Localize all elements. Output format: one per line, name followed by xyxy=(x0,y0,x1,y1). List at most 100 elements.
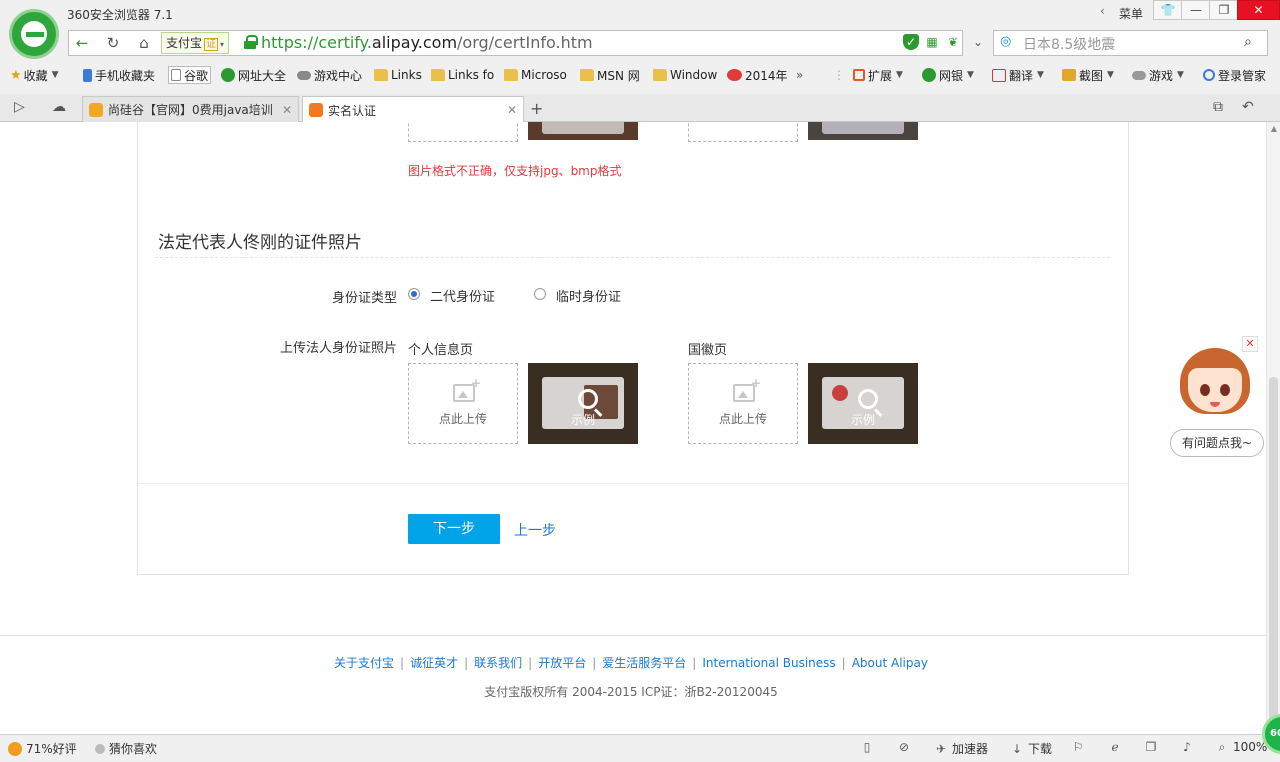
tab-shangguigu[interactable]: 尚硅谷【官网】0费用java培训 ✕ xyxy=(82,96,299,122)
chevron-down-icon: ▼ xyxy=(1177,70,1184,80)
section-divider xyxy=(155,257,1110,258)
magnifier-icon xyxy=(578,389,598,409)
new-tab-button[interactable]: + xyxy=(530,99,543,118)
minimize-button[interactable]: — xyxy=(1181,0,1211,20)
footer-link-jobs[interactable]: 诚征英才 xyxy=(410,656,458,670)
bookmark-mobile[interactable]: 手机收藏夹 xyxy=(83,66,155,84)
menu-button[interactable]: 菜单 xyxy=(1119,5,1143,22)
window-icon[interactable]: ❐ xyxy=(1144,740,1162,754)
qr-code-icon[interactable]: ▦ xyxy=(924,34,940,50)
folder-icon xyxy=(580,69,594,81)
radio-label-second-gen-id[interactable]: 二代身份证 xyxy=(430,286,495,305)
orange-icon xyxy=(8,741,22,756)
ie-mode-icon[interactable]: ℯ xyxy=(1108,740,1126,754)
sample-personal-page[interactable]: 示例 xyxy=(528,363,638,444)
upload-personal-page-box[interactable]: 点此上传 xyxy=(408,363,518,444)
flag-icon[interactable]: ⚐ xyxy=(1071,740,1089,754)
next-step-button[interactable]: 下一步 xyxy=(408,514,500,544)
copyright: 支付宝版权所有 2004-2015 ICP证：浙B2-20120045 xyxy=(484,685,778,699)
star-icon: ★ xyxy=(10,67,22,83)
sidebar-toggle-icon[interactable]: ▷ xyxy=(14,99,25,115)
skin-button[interactable]: 👕 xyxy=(1153,0,1183,20)
close-tab-icon[interactable]: ✕ xyxy=(274,103,292,117)
guess-you-like[interactable]: 猜你喜欢 xyxy=(95,740,157,757)
bookmark-folder-links[interactable]: Links xyxy=(374,66,422,84)
radio-temporary-id[interactable] xyxy=(534,288,546,300)
cloud-icon[interactable]: ☁ xyxy=(52,99,66,115)
footer-link-about[interactable]: 关于支付宝 xyxy=(334,656,394,670)
card-divider xyxy=(138,483,1128,484)
bookmark-favorites[interactable]: ★ 收藏 ▼ xyxy=(10,66,59,84)
close-window-button[interactable]: ✕ xyxy=(1237,0,1280,20)
search-engine-icon[interactable]: ◎ xyxy=(1000,34,1018,50)
footer-link-contact[interactable]: 联系我们 xyxy=(474,656,522,670)
bookmark-folder-microsoft[interactable]: Microso xyxy=(504,66,567,84)
radio-second-gen-id[interactable] xyxy=(408,288,420,300)
footer-divider xyxy=(0,635,1266,636)
download-button[interactable]: ↓ 下载 xyxy=(1010,740,1052,757)
tab-real-name-auth[interactable]: 实名认证 ✕ xyxy=(302,96,524,123)
tool-screenshot[interactable]: 截图 ▼ xyxy=(1062,66,1114,84)
zoom-control[interactable]: ⌕ 100% xyxy=(1215,740,1268,754)
sound-icon[interactable]: ♪ xyxy=(1180,740,1198,754)
upload-box-previous[interactable] xyxy=(408,122,518,142)
sample-image-previous[interactable] xyxy=(528,122,638,140)
chevron-down-icon[interactable]: ⌄ xyxy=(970,34,986,50)
bookmark-hao123[interactable]: 网址大全 xyxy=(221,66,286,84)
sample-image-previous[interactable] xyxy=(808,122,918,140)
scroll-up-icon[interactable]: ▲ xyxy=(1269,124,1279,133)
back-icon[interactable]: ← xyxy=(71,33,93,53)
browser-logo-icon[interactable] xyxy=(9,9,59,59)
tool-translate[interactable]: 翻译 ▼ xyxy=(992,66,1044,84)
bookmark-weibo[interactable]: 2014年 xyxy=(727,66,788,84)
shield-icon[interactable]: ✓ xyxy=(903,34,919,50)
gamepad-icon xyxy=(297,70,311,80)
reload-icon[interactable]: ↻ xyxy=(102,33,124,53)
url-text[interactable]: https://certify.alipay.com/org/certInfo.… xyxy=(261,33,593,52)
tool-login-manager[interactable]: 登录管家 xyxy=(1203,66,1266,84)
bookmark-folder-msn[interactable]: MSN 网 xyxy=(580,66,640,84)
tool-bank[interactable]: 网银 ▼ xyxy=(922,66,974,84)
mobile-icon[interactable]: ▯ xyxy=(860,740,878,754)
chat-avatar[interactable] xyxy=(1180,348,1250,420)
sample-emblem-page[interactable]: 示例 xyxy=(808,363,918,444)
rating-indicator[interactable]: 71%好评 xyxy=(8,740,77,757)
upload-emblem-page-box[interactable]: 点此上传 xyxy=(688,363,798,444)
bookmark-google[interactable]: 谷歌 xyxy=(168,66,212,84)
tab-list-icon[interactable]: ⧉ xyxy=(1213,99,1223,115)
web-page: 图片格式不正确，仅支持jpg、bmp格式 法定代表人佟刚的证件照片 身份证类型 … xyxy=(0,122,1266,734)
bookmark-game-center[interactable]: 游戏中心 xyxy=(297,66,362,84)
more-bookmarks-button[interactable]: » xyxy=(796,66,803,84)
upload-box-label: 点此上传 xyxy=(718,412,767,426)
chevron-left-icon[interactable]: ‹ xyxy=(1100,4,1105,18)
home-icon[interactable]: ⌂ xyxy=(133,33,155,53)
folder-icon xyxy=(504,69,518,81)
scroll-thumb[interactable] xyxy=(1269,377,1278,729)
undo-close-icon[interactable]: ↶ xyxy=(1242,99,1254,115)
footer-link-about-alipay[interactable]: About Alipay xyxy=(852,656,928,670)
footer-link-international[interactable]: International Business xyxy=(702,656,835,670)
tool-games[interactable]: 游戏 ▼ xyxy=(1132,66,1184,84)
footer-link-open-platform[interactable]: 开放平台 xyxy=(538,656,586,670)
extension-icon xyxy=(853,69,865,81)
tool-extensions[interactable]: 扩展 ▼ xyxy=(853,66,903,84)
search-input[interactable]: 日本8.5级地震 xyxy=(1023,34,1115,54)
close-tab-icon[interactable]: ✕ xyxy=(499,103,517,117)
accelerator-button[interactable]: ✈ 加速器 xyxy=(934,740,988,757)
bookmark-folder-links-fo[interactable]: Links fo xyxy=(431,66,494,84)
personal-page-label: 个人信息页 xyxy=(408,343,474,358)
vertical-scrollbar[interactable]: ▲ ▼ xyxy=(1266,122,1280,734)
add-image-icon xyxy=(453,376,481,402)
restore-button[interactable]: ❐ xyxy=(1209,0,1239,20)
site-identity-badge[interactable]: 支付宝证 ▾ xyxy=(161,32,230,54)
previous-step-link[interactable]: 上一步 xyxy=(514,520,556,540)
radio-label-temporary-id[interactable]: 临时身份证 xyxy=(556,286,621,305)
search-button-icon[interactable]: ⌕ xyxy=(1244,34,1262,52)
footer-link-life-services[interactable]: 爱生活服务平台 xyxy=(602,656,686,670)
page-icon xyxy=(171,69,181,81)
bookmark-folder-windows[interactable]: Window xyxy=(653,66,717,84)
leaf-icon[interactable]: ❦ xyxy=(945,34,961,50)
upload-box-previous[interactable] xyxy=(688,122,798,142)
block-icon[interactable]: ⊘ xyxy=(897,740,915,754)
chat-help-button[interactable]: 有问题点我~ xyxy=(1170,429,1264,457)
